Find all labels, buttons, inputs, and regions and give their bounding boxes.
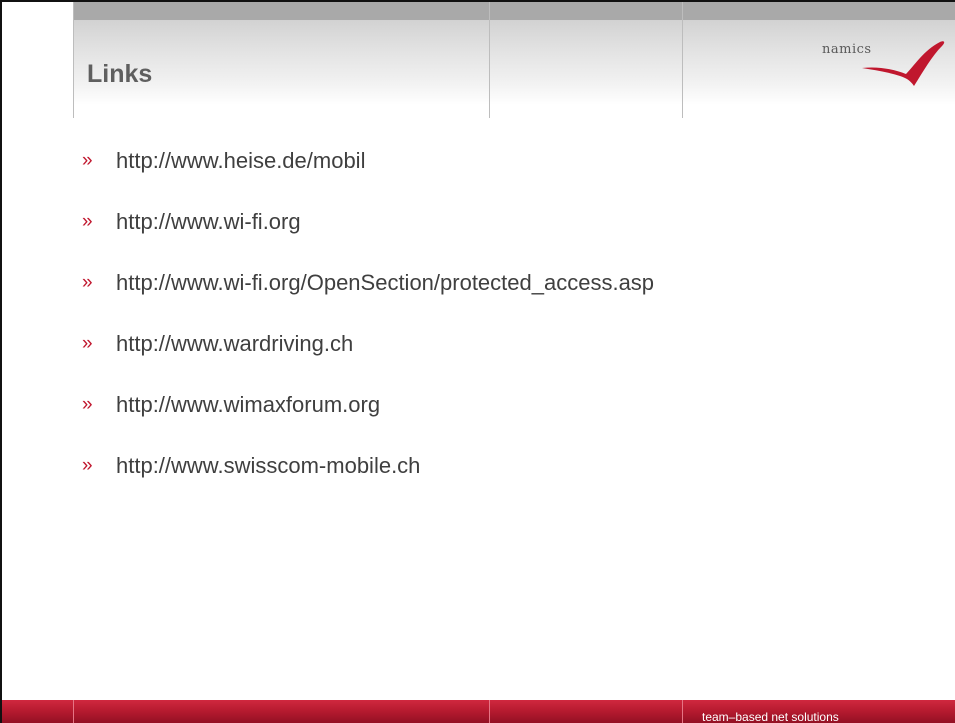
link-swisscom-mobile[interactable]: http://www.swisscom-mobile.ch <box>116 449 420 483</box>
page-title: Links <box>87 60 153 88</box>
link-list: » http://www.heise.de/mobil » http://www… <box>82 144 654 510</box>
link-wardriving[interactable]: http://www.wardriving.ch <box>116 327 353 361</box>
bullet-marker: » <box>82 211 93 232</box>
link-wi-fi[interactable]: http://www.wi-fi.org <box>116 205 301 239</box>
bullet-marker: » <box>82 394 93 415</box>
list-item: » http://www.wi-fi.org <box>82 205 654 266</box>
bullet-marker: » <box>82 272 93 293</box>
header-divider <box>489 2 490 118</box>
list-item: » http://www.wardriving.ch <box>82 327 654 388</box>
header-top-bar <box>73 2 955 20</box>
slide: Links namics » http://www.heise.de/mobil… <box>0 0 955 723</box>
header-divider <box>73 2 74 118</box>
bullet-marker: » <box>82 150 93 171</box>
footer-divider <box>682 700 683 723</box>
bullet-marker: » <box>82 333 93 354</box>
slide-footer: team–based net solutions <box>2 700 955 723</box>
link-heise-mobil[interactable]: http://www.heise.de/mobil <box>116 144 365 178</box>
list-item: » http://www.wimaxforum.org <box>82 388 654 449</box>
list-item: » http://www.wi-fi.org/OpenSection/prote… <box>82 266 654 327</box>
bullet-marker: » <box>82 455 93 476</box>
footer-divider <box>489 700 490 723</box>
swoosh-icon <box>862 41 945 86</box>
footer-divider <box>73 700 74 723</box>
list-item: » http://www.swisscom-mobile.ch <box>82 449 654 510</box>
list-item: » http://www.heise.de/mobil <box>82 144 654 205</box>
header-divider <box>682 2 683 118</box>
namics-logo: namics <box>822 36 952 96</box>
footer-tagline: team–based net solutions <box>702 710 839 723</box>
link-wimaxforum[interactable]: http://www.wimaxforum.org <box>116 388 380 422</box>
link-wi-fi-protected-access[interactable]: http://www.wi-fi.org/OpenSection/protect… <box>116 266 654 300</box>
slide-header: Links namics <box>2 2 955 118</box>
header-left-margin <box>2 2 73 118</box>
